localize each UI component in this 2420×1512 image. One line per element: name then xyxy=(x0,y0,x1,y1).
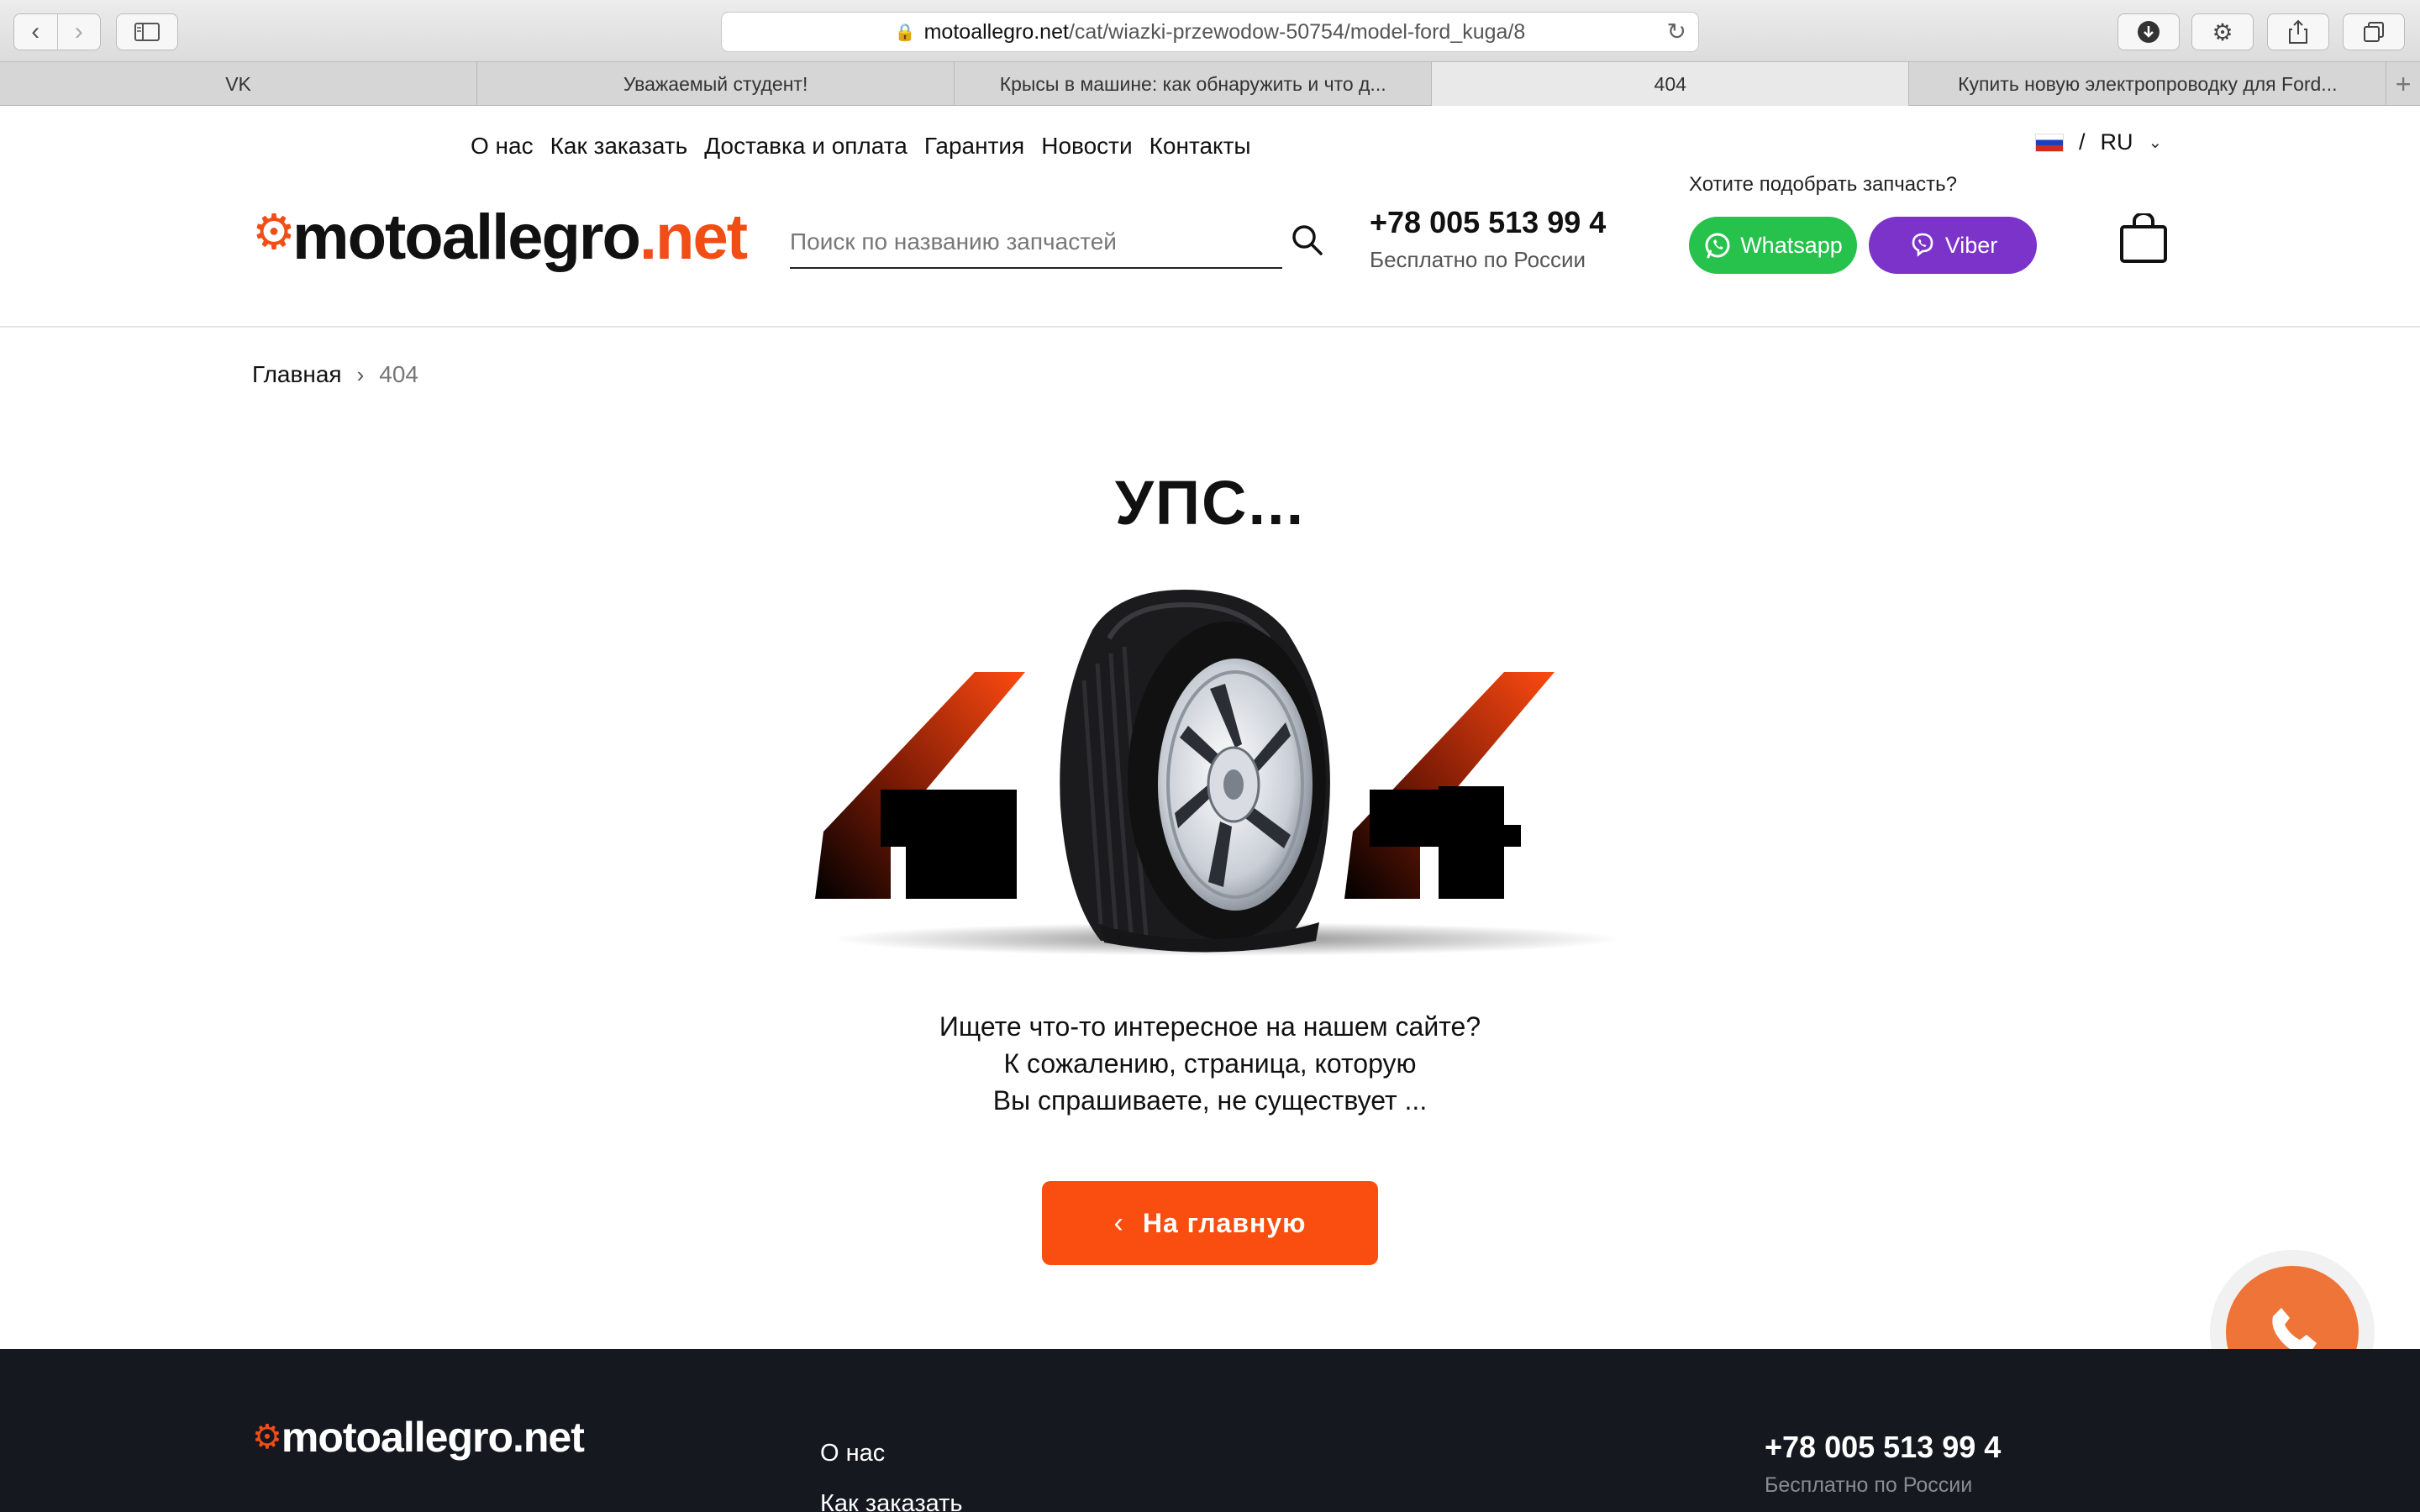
downloads-button[interactable] xyxy=(2118,13,2180,50)
russia-flag-icon xyxy=(2035,133,2064,152)
url-path: /cat/wiazki-przewodow-50754/model-ford_k… xyxy=(1068,19,1526,44)
viber-button[interactable]: Viber xyxy=(1869,217,2037,274)
footer-menu-about[interactable]: О нас xyxy=(820,1428,963,1478)
footer-menu-how-to-order[interactable]: Как заказать xyxy=(820,1478,963,1512)
lang-separator: / xyxy=(2079,129,2086,155)
page-title: УПС... xyxy=(1114,468,1306,538)
not-found-message: Ищете что-то интересное на нашем сайте? … xyxy=(0,1008,2420,1119)
footer-logo-text: motoallegro.net xyxy=(281,1414,585,1461)
digit-four-right xyxy=(1344,672,1555,899)
history-nav: ‹ › xyxy=(13,13,101,50)
forward-button[interactable]: › xyxy=(56,14,101,50)
footer-phone: +78 005 513 99 4 Бесплатно по России xyxy=(1765,1430,2001,1498)
footer-logo[interactable]: ⚙motoallegro.net xyxy=(252,1413,585,1462)
tab-student[interactable]: Уважаемый студент! xyxy=(477,62,955,106)
tab-404[interactable]: 404 xyxy=(1432,62,1910,106)
search-box xyxy=(790,217,1282,269)
chevron-left-icon: ‹ xyxy=(1113,1206,1124,1239)
new-tab-button[interactable]: + xyxy=(2386,62,2420,106)
sidebar-icon xyxy=(134,23,160,41)
tabs-icon xyxy=(2364,22,2384,42)
footer-phone-number[interactable]: +78 005 513 99 4 xyxy=(1765,1430,2001,1465)
settings-button[interactable]: ⚙ xyxy=(2191,13,2254,50)
chevron-down-icon: ⌄ xyxy=(2148,134,2163,152)
tabs-overview-button[interactable] xyxy=(2343,13,2405,50)
tire xyxy=(1060,590,1330,953)
tab-rats[interactable]: Крысы в машине: как обнаружить и что д..… xyxy=(955,62,1433,106)
address-bar[interactable]: 🔒 motoallegro.net /cat/wiazki-przewodow-… xyxy=(721,12,1699,52)
logo-text-tld: .net xyxy=(639,201,748,273)
menu-about[interactable]: О нас xyxy=(471,133,534,160)
go-home-label: На главную xyxy=(1142,1207,1307,1238)
go-home-button[interactable]: ‹ На главную xyxy=(1042,1181,1378,1265)
gear-logo-icon: ⚙ xyxy=(252,1419,282,1456)
search-icon[interactable] xyxy=(1291,223,1324,257)
whatsapp-button[interactable]: Whatsapp xyxy=(1689,217,1857,274)
breadcrumb: Главная › 404 xyxy=(252,361,418,388)
url-domain: motoallegro.net xyxy=(923,19,1069,44)
message-line-1: Ищете что-то интересное на нашем сайте? xyxy=(939,1011,1481,1042)
menu-contacts[interactable]: Контакты xyxy=(1150,133,1251,160)
menu-warranty[interactable]: Гарантия xyxy=(924,133,1024,160)
cart-icon[interactable] xyxy=(2119,213,2168,264)
lang-code: RU xyxy=(2100,129,2133,155)
language-selector[interactable]: / RU ⌄ xyxy=(2035,129,2162,155)
header-phone: +78 005 513 99 4 Бесплатно по России xyxy=(1370,205,1606,273)
share-button[interactable] xyxy=(2267,13,2329,50)
header-divider xyxy=(0,326,2420,328)
breadcrumb-home[interactable]: Главная xyxy=(252,361,342,388)
sidebar-toggle-button[interactable] xyxy=(116,13,178,50)
menu-news[interactable]: Новости xyxy=(1041,133,1132,160)
search-input[interactable] xyxy=(790,228,1282,255)
menu-delivery[interactable]: Доставка и оплата xyxy=(704,133,908,160)
tab-vk[interactable]: VK xyxy=(0,62,478,106)
flat-tire-404-illustration xyxy=(815,590,1622,956)
footer-phone-note: Бесплатно по России xyxy=(1765,1473,1973,1497)
breadcrumb-current: 404 xyxy=(379,361,418,387)
footer: ⚙motoallegro.net О нас Как заказать +78 … xyxy=(0,1349,2420,1512)
digit-four-left xyxy=(815,672,1025,899)
logo-text-main: motoallegro xyxy=(292,201,641,273)
back-button[interactable]: ‹ xyxy=(14,14,57,50)
viber-icon xyxy=(1912,233,1933,257)
browser-toolbar: ‹ › 🔒 motoallegro.net /cat/wiazki-przewo… xyxy=(0,0,2420,62)
phone-note: Бесплатно по России xyxy=(1370,247,1586,272)
menu-how-to-order[interactable]: Как заказать xyxy=(550,133,688,160)
lock-icon: 🔒 xyxy=(894,23,916,42)
footer-menu: О нас Как заказать xyxy=(820,1428,963,1512)
pick-part-label: Хотите подобрать запчасть? xyxy=(1689,173,1957,196)
site-logo[interactable]: ⚙ motoallegro .net xyxy=(252,195,748,279)
top-menu: О нас Как заказать Доставка и оплата Гар… xyxy=(471,133,1251,160)
message-line-2: К сожалению, страница, которую xyxy=(1003,1048,1417,1079)
reload-icon[interactable]: ↻ xyxy=(1667,18,1686,45)
message-line-3: Вы спрашиваете, не существует ... xyxy=(992,1085,1428,1116)
gear-icon: ⚙ xyxy=(2212,18,2233,45)
tab-ford[interactable]: Купить новую электропроводку для Ford... xyxy=(1909,62,2387,106)
share-icon xyxy=(2289,19,2307,44)
whatsapp-icon xyxy=(1705,233,1730,259)
gear-logo-icon: ⚙ xyxy=(252,205,296,260)
download-icon xyxy=(2138,21,2160,43)
viber-label: Viber xyxy=(1944,232,1998,258)
tab-bar: VK Уважаемый студент! Крысы в машине: ка… xyxy=(0,62,2420,106)
phone-number[interactable]: +78 005 513 99 4 xyxy=(1370,205,1606,240)
whatsapp-label: Whatsapp xyxy=(1740,232,1843,258)
chevron-right-icon: › xyxy=(356,361,365,387)
